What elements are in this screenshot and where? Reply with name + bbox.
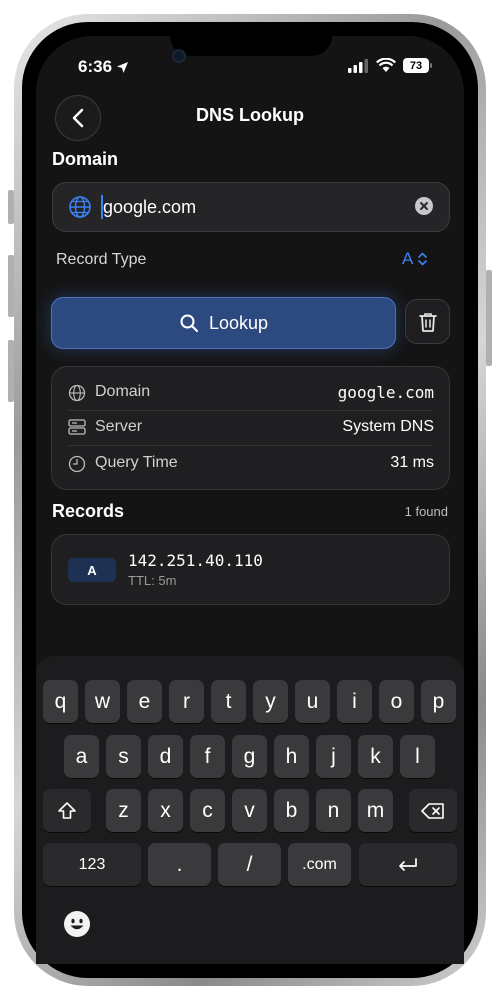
info-value: System DNS (342, 418, 434, 435)
volume-up-button (8, 255, 14, 317)
search-icon (180, 314, 199, 333)
record-item[interactable]: A 142.251.40.110 TTL: 5m (51, 534, 450, 605)
key-s[interactable]: s (106, 735, 141, 778)
key-m[interactable]: m (358, 789, 393, 832)
numbers-key[interactable]: 123 (43, 843, 141, 886)
lookup-button[interactable]: Lookup (51, 297, 396, 349)
shift-icon (58, 801, 76, 819)
key-o[interactable]: o (379, 680, 414, 723)
info-value: 31 ms (390, 454, 434, 471)
return-icon (399, 857, 417, 871)
lookup-button-label: Lookup (208, 312, 269, 333)
key-a[interactable]: a (64, 735, 99, 778)
key-p[interactable]: p (421, 680, 456, 723)
key-t[interactable]: t (211, 680, 246, 723)
period-key[interactable]: . (148, 843, 211, 886)
domain-input[interactable] (103, 183, 403, 231)
key-n[interactable]: n (316, 789, 351, 832)
key-j[interactable]: j (316, 735, 351, 778)
key-h[interactable]: h (274, 735, 309, 778)
backspace-key[interactable] (409, 789, 457, 832)
status-time: 6:36 (78, 57, 129, 77)
backspace-icon (421, 802, 444, 819)
emoji-icon (65, 912, 89, 936)
volume-down-button (8, 340, 14, 402)
info-label: Server (95, 418, 143, 435)
key-d[interactable]: d (148, 735, 183, 778)
battery-level: 73 (409, 59, 423, 72)
domain-section-label: Domain (52, 149, 119, 169)
record-value: 142.251.40.110 (128, 551, 263, 570)
clear-input-button[interactable] (415, 197, 433, 215)
key-z[interactable]: z (106, 789, 141, 832)
records-title: Records (52, 501, 125, 521)
record-ttl: TTL: 5m (128, 573, 177, 588)
key-w[interactable]: w (85, 680, 120, 723)
key-k[interactable]: k (358, 735, 393, 778)
clock-icon (68, 455, 86, 473)
key-q[interactable]: q (43, 680, 78, 723)
dotcom-key[interactable]: .com (288, 843, 351, 886)
key-l[interactable]: l (400, 735, 435, 778)
info-row-domain: Domain google.com (52, 375, 449, 411)
info-value: google.com (337, 383, 434, 402)
page-title: DNS Lookup (196, 105, 304, 125)
emoji-button[interactable] (64, 911, 90, 937)
power-button (486, 270, 492, 366)
key-b[interactable]: b (274, 789, 309, 832)
info-label: Query Time (95, 454, 178, 471)
key-f[interactable]: f (190, 735, 225, 778)
info-row-server: Server System DNS (52, 410, 449, 446)
domain-input-field[interactable] (52, 182, 450, 232)
record-type-label: Record Type (56, 251, 147, 268)
front-camera (172, 49, 186, 63)
key-i[interactable]: i (337, 680, 372, 723)
location-arrow-icon (117, 61, 129, 73)
trash-icon (418, 312, 437, 332)
info-label: Domain (95, 383, 151, 400)
key-e[interactable]: e (127, 680, 162, 723)
key-r[interactable]: r (169, 680, 204, 723)
key-c[interactable]: c (190, 789, 225, 832)
clear-results-button[interactable] (405, 299, 450, 344)
close-icon (420, 202, 428, 210)
info-row-query-time: Query Time 31 ms (52, 446, 449, 482)
notch (170, 22, 332, 56)
mute-switch (8, 190, 14, 224)
key-u[interactable]: u (295, 680, 330, 723)
key-y[interactable]: y (253, 680, 288, 723)
status-time-text: 6:36 (78, 57, 113, 76)
chevron-up-down-icon (418, 252, 428, 266)
key-x[interactable]: x (148, 789, 183, 832)
query-info-card: Domain google.com Server System DNS Quer… (51, 366, 450, 490)
key-g[interactable]: g (232, 735, 267, 778)
battery-icon: 73 (403, 58, 429, 73)
record-type-badge: A (68, 558, 116, 582)
globe-icon (69, 196, 91, 218)
battery-tip (430, 63, 432, 68)
record-type-value: A (402, 249, 414, 268)
records-count: 1 found (404, 504, 448, 519)
key-v[interactable]: v (232, 789, 267, 832)
wifi-icon (376, 57, 396, 78)
return-key[interactable] (359, 843, 457, 886)
record-type-picker[interactable]: A (402, 249, 428, 269)
shift-key[interactable] (43, 789, 91, 832)
globe-icon (68, 384, 86, 402)
cellular-signal-icon (348, 59, 368, 78)
slash-key[interactable]: / (218, 843, 281, 886)
server-icon (68, 419, 86, 435)
